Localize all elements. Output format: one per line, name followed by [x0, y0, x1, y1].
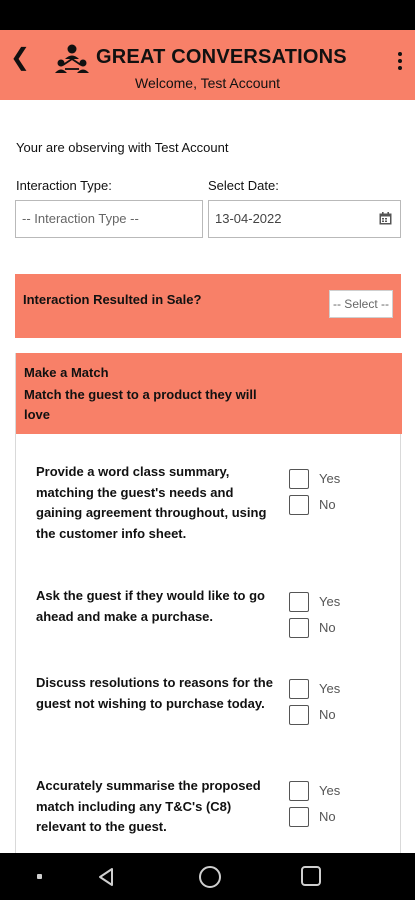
status-bar	[0, 0, 415, 30]
no-label: No	[319, 497, 336, 512]
people-network-icon	[55, 44, 89, 73]
date-value: 13-04-2022	[215, 211, 282, 226]
nav-recents-icon[interactable]	[301, 866, 321, 886]
observing-text: Your are observing with Test Account	[16, 140, 229, 155]
no-checkbox[interactable]	[289, 495, 309, 515]
question-text: Provide a word class summary, matching t…	[36, 464, 267, 541]
yes-checkbox[interactable]	[289, 469, 309, 489]
yes-label: Yes	[319, 681, 341, 696]
sale-question: Interaction Resulted in Sale?	[23, 292, 202, 307]
question-text: Ask the guest if they would like to go a…	[36, 588, 265, 624]
system-nav-bar	[0, 853, 415, 900]
app-title: GREAT CONVERSATIONS	[96, 46, 347, 68]
yes-checkbox[interactable]	[289, 592, 309, 612]
no-checkbox[interactable]	[289, 807, 309, 827]
no-checkbox[interactable]	[289, 705, 309, 725]
no-label: No	[319, 620, 336, 635]
no-label: No	[319, 809, 336, 824]
question-text: Accurately summarise the proposed match …	[36, 778, 261, 834]
section-header: Make a Match Match the guest to a produc…	[16, 353, 402, 434]
interaction-type-select[interactable]: -- Interaction Type --	[15, 200, 203, 238]
yes-checkbox[interactable]	[289, 781, 309, 801]
nav-back-icon[interactable]	[96, 866, 118, 888]
calendar-icon[interactable]	[379, 212, 392, 225]
date-input[interactable]: 13-04-2022	[208, 200, 401, 238]
interaction-type-label: Interaction Type:	[16, 178, 112, 193]
question-text: Discuss resolutions to reasons for the g…	[36, 675, 273, 711]
back-arrow-icon[interactable]: ❮	[8, 44, 32, 72]
yes-label: Yes	[319, 594, 341, 609]
yes-checkbox[interactable]	[289, 679, 309, 699]
select-date-label: Select Date:	[208, 178, 279, 193]
welcome-subtitle: Welcome, Test Account	[135, 75, 280, 91]
section-title: Make a Match	[24, 365, 109, 380]
interaction-type-value: -- Interaction Type --	[22, 211, 139, 226]
more-vert-icon[interactable]	[393, 50, 407, 74]
app-header: ❮ GREAT CONVERSATIONS Welcome, Test Acco…	[0, 30, 415, 100]
sale-card: Interaction Resulted in Sale? -- Select …	[15, 274, 401, 338]
no-checkbox[interactable]	[289, 618, 309, 638]
make-a-match-card: Make a Match Match the guest to a produc…	[15, 353, 402, 873]
yes-label: Yes	[319, 471, 341, 486]
nav-indicator-icon	[37, 874, 42, 879]
no-label: No	[319, 707, 336, 722]
section-subtitle: Match the guest to a product they will l…	[24, 387, 257, 422]
sale-select[interactable]: -- Select --	[329, 290, 393, 318]
nav-home-icon[interactable]	[199, 866, 221, 888]
yes-label: Yes	[319, 783, 341, 798]
